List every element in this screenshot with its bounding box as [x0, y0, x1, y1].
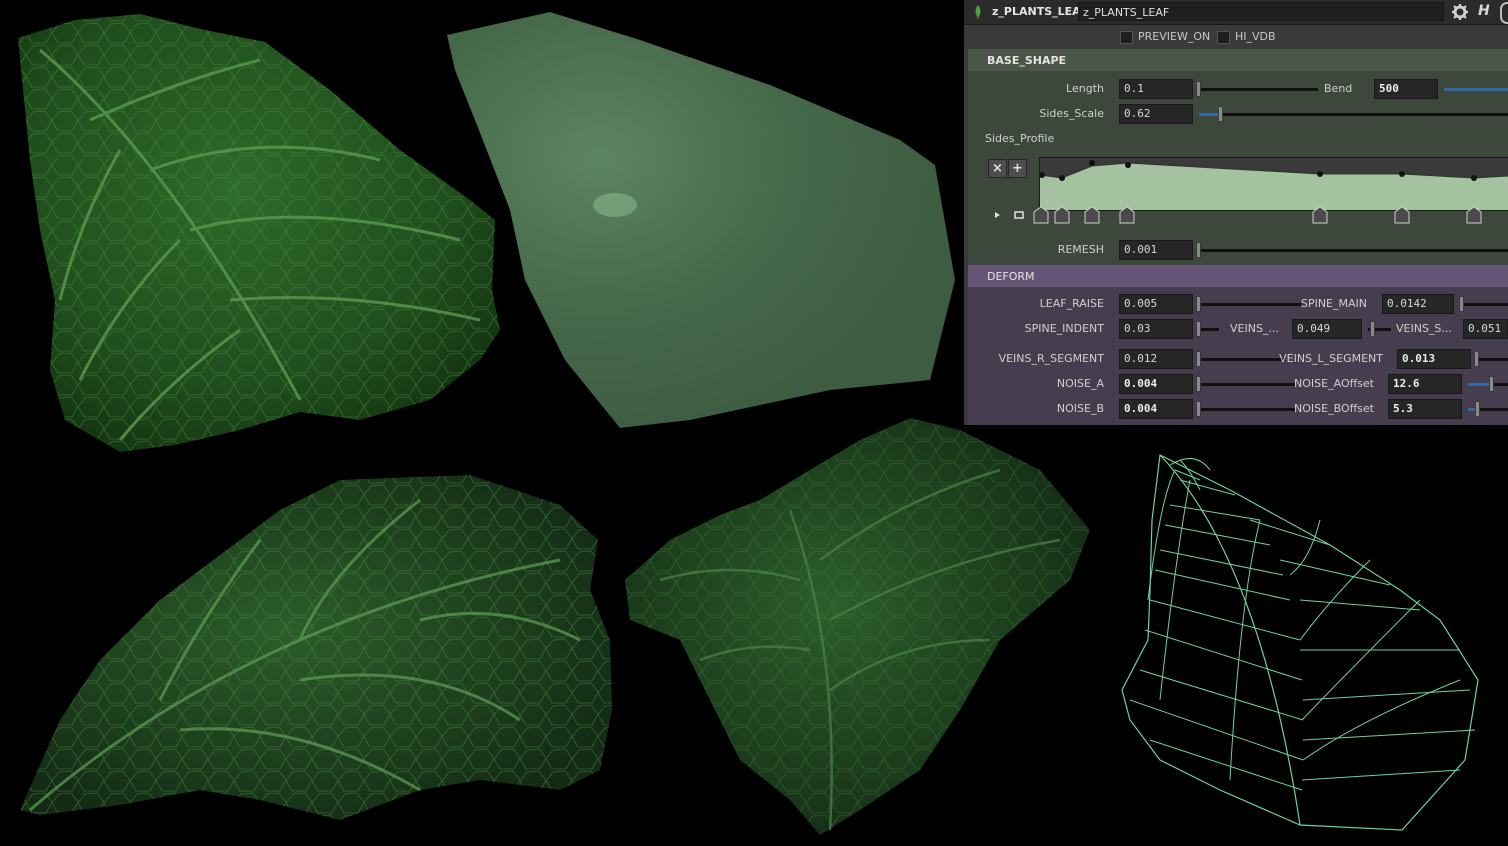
veins-a-label: VEINS_... [1230, 322, 1279, 335]
spine-main-slider-track[interactable] [1460, 303, 1508, 306]
parameter-panel: z_PLANTS_LEAF z_PLANTS_LEAF H PREVIEW_ON… [964, 0, 1508, 425]
noise-a-label: NOISE_A [1056, 377, 1104, 390]
gear-icon[interactable] [1451, 3, 1469, 21]
bend-field[interactable]: 500 [1374, 79, 1438, 99]
panel-extra-icon[interactable] [1500, 2, 1508, 24]
spine-main-label: SPINE_MAIN [1300, 297, 1367, 310]
hi-vdb-checkbox[interactable] [1217, 31, 1230, 44]
play-icon[interactable] [992, 210, 1002, 220]
veins-l-segment-label: VEINS_L_SEGMENT [1279, 352, 1383, 365]
ramp-add-button[interactable]: + [1008, 159, 1027, 178]
veins-a-field[interactable]: 0.049 [1292, 319, 1362, 339]
noise-aoffset-label: NOISE_AOffset [1294, 377, 1374, 390]
noise-aoffset-slider-thumb[interactable] [1489, 376, 1494, 392]
veins-l-segment-slider-thumb[interactable] [1474, 351, 1479, 367]
veins-r-segment-slider-track[interactable] [1199, 358, 1285, 361]
veins-l-segment-slider-track[interactable] [1477, 358, 1508, 361]
bend-slider-track[interactable] [1444, 88, 1508, 91]
spine-main-field[interactable]: 0.0142 [1382, 294, 1454, 314]
sides-scale-slider-track[interactable] [1221, 113, 1508, 116]
veins-s-label: VEINS_S... [1396, 322, 1452, 335]
leaf-render-bottom-left [20, 475, 612, 820]
base-shape-title: BASE_SHAPE [987, 54, 1067, 67]
node-name-field[interactable]: z_PLANTS_LEAF [1078, 2, 1444, 21]
leaf-render-top-left [18, 14, 500, 452]
veins-s-field[interactable]: 0.051 [1463, 319, 1508, 339]
leaf-raise-slider-track[interactable] [1199, 303, 1301, 306]
leaf-raise-field[interactable]: 0.005 [1119, 294, 1193, 314]
panel-titlebar: z_PLANTS_LEAF z_PLANTS_LEAF H [964, 0, 1508, 25]
spine-main-slider-thumb[interactable] [1459, 296, 1464, 312]
noise-b-slider-track[interactable] [1199, 408, 1295, 411]
leaf-render-flat-mesh [447, 12, 955, 428]
noise-boffset-label: NOISE_BOffset [1294, 402, 1374, 415]
leaf-render-bottom-middle [625, 418, 1090, 835]
ramp-curve [1039, 158, 1508, 210]
spine-indent-field[interactable]: 0.03 [1119, 319, 1193, 339]
hi-vdb-label: HI_VDB [1235, 30, 1276, 43]
veins-r-segment-label: VEINS_R_SEGMENT [998, 352, 1104, 365]
help-icon[interactable]: H [1478, 3, 1490, 19]
sides-scale-slider-thumb[interactable] [1218, 106, 1223, 122]
noise-b-slider-thumb[interactable] [1196, 401, 1201, 417]
noise-boffset-slider-thumb[interactable] [1475, 401, 1480, 417]
noise-a-slider-track[interactable] [1199, 383, 1295, 386]
noise-b-field[interactable]: 0.004 [1119, 399, 1193, 419]
veins-r-segment-field[interactable]: 0.012 [1119, 349, 1193, 369]
noise-b-label: NOISE_B [1056, 402, 1104, 415]
remesh-label: REMESH [1057, 243, 1104, 256]
veins-l-segment-field[interactable]: 0.013 [1397, 349, 1471, 369]
leaf-wireframe [1121, 454, 1479, 831]
base-shape-header[interactable]: BASE_SHAPE [968, 49, 1508, 71]
spine-indent-slider-thumb[interactable] [1196, 321, 1201, 337]
spine-indent-label: SPINE_INDENT [1024, 322, 1104, 335]
noise-boffset-field[interactable]: 5.3 [1388, 399, 1462, 419]
preview-on-checkbox[interactable] [1120, 31, 1133, 44]
leaf-raise-slider-thumb[interactable] [1196, 296, 1201, 312]
deform-title: DEFORM [987, 270, 1035, 283]
fit-icon[interactable] [1014, 210, 1024, 220]
sides-profile-ramp[interactable] [1039, 157, 1508, 211]
deform-header[interactable]: DEFORM [968, 265, 1508, 287]
leaf-node-icon[interactable] [973, 5, 983, 19]
sides-scale-field[interactable]: 0.62 [1119, 104, 1193, 124]
ramp-key-markers[interactable] [1031, 205, 1508, 225]
length-field[interactable]: 0.1 [1119, 79, 1193, 99]
length-slider-track[interactable] [1199, 88, 1318, 91]
noise-a-slider-thumb[interactable] [1196, 376, 1201, 392]
sides-profile-label: Sides_Profile [985, 132, 1055, 145]
ramp-remove-button[interactable]: × [988, 159, 1007, 178]
spine-indent-slider-track[interactable] [1199, 328, 1219, 331]
bend-label: Bend [1324, 82, 1353, 95]
sides-scale-label: Sides_Scale [1039, 107, 1104, 120]
preview-on-label: PREVIEW_ON [1138, 30, 1211, 43]
length-slider-thumb[interactable] [1196, 81, 1201, 97]
remesh-field[interactable]: 0.001 [1119, 240, 1193, 260]
noise-aoffset-field[interactable]: 12.6 [1388, 374, 1462, 394]
noise-aoffset-slider-track[interactable] [1492, 383, 1508, 386]
length-label: Length [1066, 82, 1104, 95]
remesh-slider-thumb[interactable] [1196, 242, 1201, 258]
veins-r-segment-slider-thumb[interactable] [1196, 351, 1201, 367]
noise-a-field[interactable]: 0.004 [1119, 374, 1193, 394]
remesh-slider-track[interactable] [1199, 249, 1508, 252]
node-type-label: z_PLANTS_LEAF [992, 5, 1089, 18]
veins-a-slider-thumb[interactable] [1370, 321, 1375, 337]
leaf-raise-label: LEAF_RAISE [1039, 297, 1104, 310]
noise-boffset-slider-track[interactable] [1478, 408, 1508, 411]
